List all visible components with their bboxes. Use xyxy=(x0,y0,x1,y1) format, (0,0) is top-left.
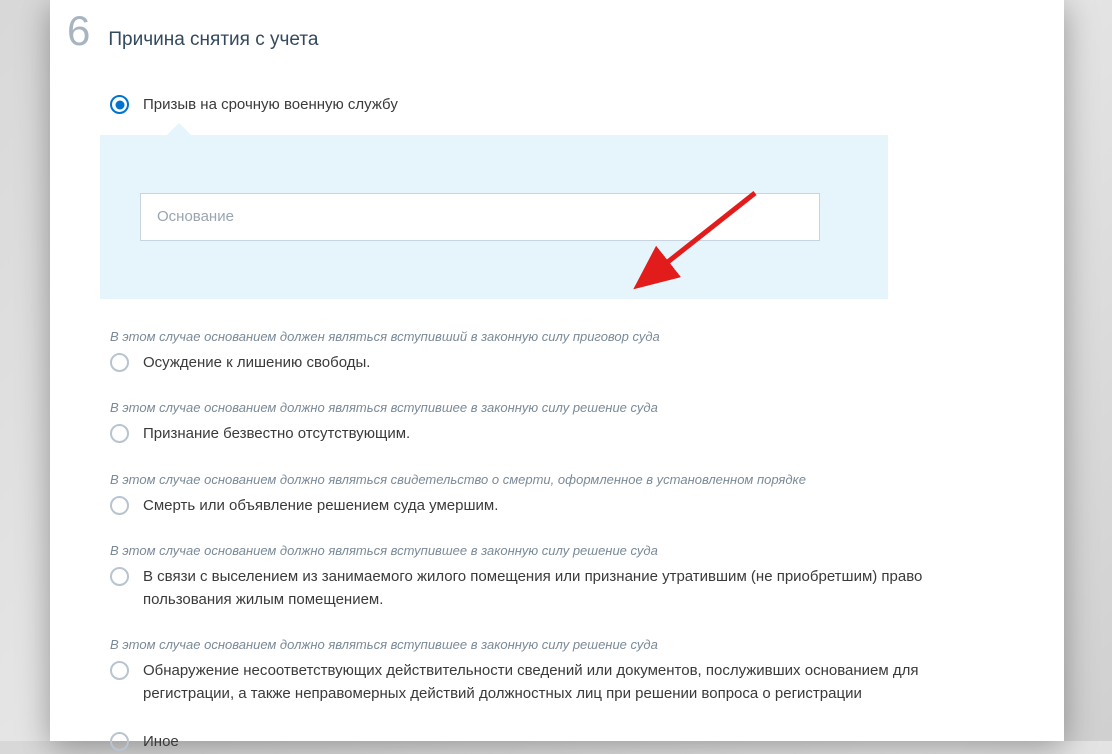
option-label-5[interactable]: Обнаружение несоответствующих действител… xyxy=(143,660,1004,705)
option-row-3[interactable]: Смерть или объявление решением суда умер… xyxy=(50,495,1064,518)
option-hint-5: В этом случае основанием должно являться… xyxy=(50,637,1064,652)
form-card: 6 Причина снятия с учета Призыв на срочн… xyxy=(50,0,1064,741)
radio-option-5[interactable] xyxy=(110,661,129,680)
radio-option-2[interactable] xyxy=(110,424,129,443)
option-label-1[interactable]: Осуждение к лишению свободы. xyxy=(143,352,370,375)
section-header: 6 Причина снятия с учета xyxy=(50,0,1064,52)
radio-option-4[interactable] xyxy=(110,567,129,586)
option-row-1[interactable]: Осуждение к лишению свободы. xyxy=(50,352,1064,375)
option-hint-4: В этом случае основанием должно являться… xyxy=(50,543,1064,558)
option-row-0[interactable]: Призыв на срочную военную службу xyxy=(50,94,1064,117)
option-hint-3: В этом случае основанием должно являться… xyxy=(50,472,1064,487)
option-label-4[interactable]: В связи с выселением из занимаемого жило… xyxy=(143,566,1004,611)
section-number: 6 xyxy=(67,10,90,52)
option-row-2[interactable]: Признание безвестно отсутствующим. xyxy=(50,423,1064,446)
radio-option-1[interactable] xyxy=(110,353,129,372)
basis-input[interactable] xyxy=(140,193,820,241)
option-label-3[interactable]: Смерть или объявление решением суда умер… xyxy=(143,495,498,518)
option-label-2[interactable]: Признание безвестно отсутствующим. xyxy=(143,423,410,446)
expand-panel xyxy=(100,135,888,299)
option-label-6[interactable]: Иное xyxy=(143,731,179,754)
option-label-0[interactable]: Призыв на срочную военную службу xyxy=(143,94,398,117)
option-hint-1: В этом случае основанием должен являться… xyxy=(50,329,1064,344)
radio-option-6[interactable] xyxy=(110,732,129,751)
section-title: Причина снятия с учета xyxy=(108,29,318,51)
option-hint-2: В этом случае основанием должно являться… xyxy=(50,400,1064,415)
radio-option-3[interactable] xyxy=(110,496,129,515)
option-row-6[interactable]: Иное xyxy=(50,731,1064,754)
option-row-5[interactable]: Обнаружение несоответствующих действител… xyxy=(50,660,1064,705)
radio-option-0[interactable] xyxy=(110,95,129,114)
option-row-4[interactable]: В связи с выселением из занимаемого жило… xyxy=(50,566,1064,611)
